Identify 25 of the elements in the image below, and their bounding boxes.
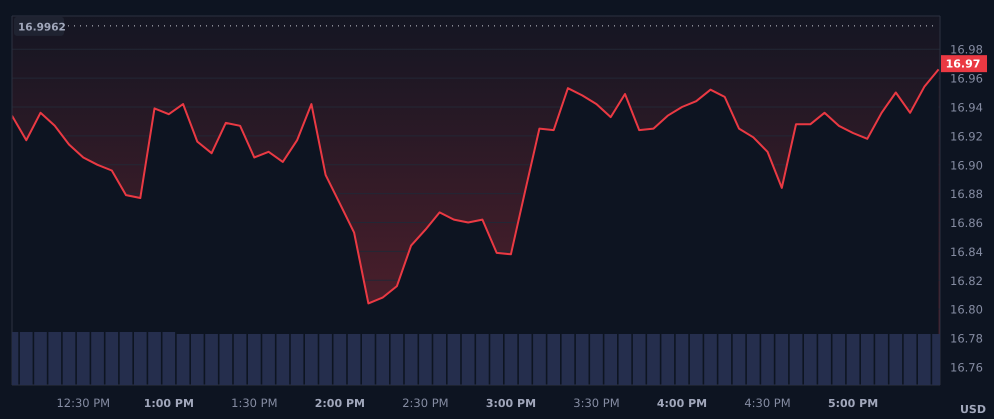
axis-label: 16.82	[950, 274, 983, 288]
axis-label: 16.94	[950, 100, 983, 114]
axis-label: 16.98	[950, 42, 983, 57]
axis-label: 1:00 PM	[144, 397, 194, 410]
axis-label: 16.90	[950, 158, 983, 172]
axis-label: 2:30 PM	[402, 396, 449, 410]
axis-label: 16.84	[950, 244, 983, 259]
axis-label: 16.96	[950, 72, 983, 86]
axis-label: 3:30 PM	[573, 396, 620, 410]
axis-label: 16.80	[950, 302, 983, 317]
axis-label: 3:00 PM	[486, 397, 536, 410]
axis-label: 16.76	[950, 360, 983, 374]
axis-label: 16.88	[950, 187, 983, 202]
price-label: 16.9962	[14, 16, 66, 36]
currency-label: USD	[960, 403, 986, 416]
axis-label: 16.86	[950, 216, 983, 230]
axis-label: 5:00 PM	[828, 397, 878, 410]
axis-label: 12:30 PM	[56, 396, 110, 410]
price-label: 16.97	[941, 55, 987, 72]
axis-label: 4:00 PM	[656, 397, 708, 410]
axis-label: 16.78	[950, 332, 983, 346]
axis-label: 16.92	[950, 129, 983, 144]
axis-label: 2:00 PM	[314, 397, 365, 410]
axis-label: 1:30 PM	[231, 396, 278, 410]
axis-label: 4:30 PM	[744, 396, 791, 410]
